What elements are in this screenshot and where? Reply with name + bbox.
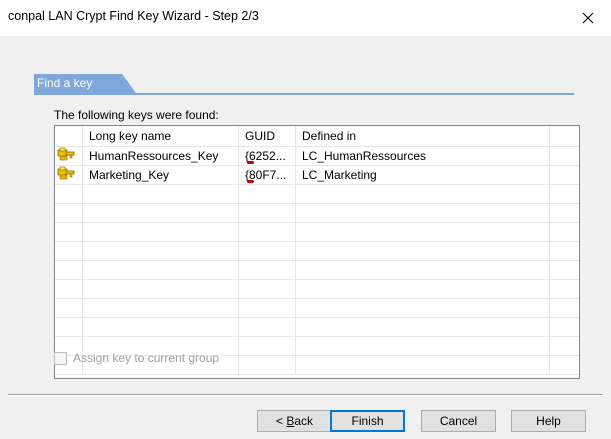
empty-cell bbox=[550, 242, 579, 261]
assign-key-checkbox-row[interactable]: Assign key to current group bbox=[54, 350, 219, 366]
empty-cell bbox=[239, 337, 296, 356]
list-header: Long key name GUID Defined in bbox=[55, 126, 579, 147]
table-row[interactable]: HumanRessources_Key {6252... LC_HumanResso… bbox=[55, 147, 579, 166]
empty-cell bbox=[83, 318, 239, 337]
empty-table-row bbox=[55, 261, 579, 280]
empty-table-row bbox=[55, 318, 579, 337]
empty-cell bbox=[83, 261, 239, 280]
empty-cell bbox=[83, 280, 239, 299]
empty-cell bbox=[296, 242, 550, 261]
empty-cell bbox=[55, 185, 83, 204]
filler-cell bbox=[550, 166, 579, 185]
empty-cell bbox=[296, 185, 550, 204]
key-icon-graphic bbox=[57, 166, 75, 180]
empty-table-row bbox=[55, 185, 579, 204]
empty-cell bbox=[239, 242, 296, 261]
guid-marker bbox=[247, 161, 254, 164]
empty-cell bbox=[239, 185, 296, 204]
list-rows: HumanRessources_Key {6252... LC_HumanResso… bbox=[55, 147, 579, 375]
tab-find-a-key: Find a key bbox=[34, 74, 136, 93]
empty-cell bbox=[296, 204, 550, 223]
defined-in-cell: LC_Marketing bbox=[296, 166, 550, 185]
column-header-guid[interactable]: GUID bbox=[239, 126, 296, 146]
empty-cell bbox=[296, 223, 550, 242]
cancel-button[interactable]: Cancel bbox=[421, 410, 496, 432]
back-button-label: ack bbox=[294, 414, 314, 428]
keys-list[interactable]: Long key name GUID Defined in HumanResso… bbox=[54, 125, 580, 379]
assign-key-label: Assign key to current group bbox=[73, 351, 220, 365]
empty-table-row bbox=[55, 280, 579, 299]
table-row[interactable]: Marketing_Key {80F7... LC_Marketing bbox=[55, 166, 579, 185]
empty-cell bbox=[296, 261, 550, 280]
key-name-cell: Marketing_Key bbox=[83, 166, 239, 185]
empty-table-row bbox=[55, 299, 579, 318]
empty-table-row bbox=[55, 204, 579, 223]
empty-cell bbox=[239, 280, 296, 299]
empty-cell bbox=[550, 280, 579, 299]
assign-key-checkbox[interactable] bbox=[54, 351, 67, 365]
tab-underline bbox=[34, 93, 574, 95]
empty-cell bbox=[83, 185, 239, 204]
column-header-icon[interactable] bbox=[55, 126, 83, 146]
empty-cell bbox=[55, 318, 83, 337]
empty-cell bbox=[239, 223, 296, 242]
empty-cell bbox=[83, 223, 239, 242]
empty-cell bbox=[550, 356, 579, 375]
empty-cell bbox=[83, 204, 239, 223]
empty-cell bbox=[83, 299, 239, 318]
key-icon bbox=[55, 166, 83, 185]
empty-table-row bbox=[55, 242, 579, 261]
empty-cell bbox=[55, 223, 83, 242]
empty-cell bbox=[296, 318, 550, 337]
empty-cell bbox=[550, 261, 579, 280]
key-icon-graphic bbox=[57, 147, 75, 161]
back-button[interactable]: < Back bbox=[257, 410, 332, 432]
window-title: conpal LAN Crypt Find Key Wizard - Step … bbox=[8, 9, 259, 23]
empty-cell bbox=[550, 185, 579, 204]
empty-table-row bbox=[55, 223, 579, 242]
empty-cell bbox=[296, 299, 550, 318]
empty-cell bbox=[550, 299, 579, 318]
empty-cell bbox=[239, 299, 296, 318]
guid-cell: {80F7... bbox=[239, 166, 296, 185]
filler-cell bbox=[550, 147, 579, 166]
empty-cell bbox=[296, 337, 550, 356]
column-header-long-key-name[interactable]: Long key name bbox=[83, 126, 239, 146]
empty-cell bbox=[55, 261, 83, 280]
button-separator bbox=[8, 394, 603, 396]
empty-cell bbox=[550, 318, 579, 337]
empty-cell bbox=[55, 242, 83, 261]
empty-cell bbox=[550, 204, 579, 223]
empty-cell bbox=[239, 204, 296, 223]
defined-in-cell: LC_HumanRessources bbox=[296, 147, 550, 166]
help-button[interactable]: Help bbox=[511, 410, 586, 432]
column-header-filler bbox=[550, 126, 579, 146]
title-bar: conpal LAN Crypt Find Key Wizard - Step … bbox=[0, 0, 611, 36]
empty-cell bbox=[55, 204, 83, 223]
key-name-cell: HumanRessources_Key bbox=[83, 147, 239, 166]
empty-cell bbox=[550, 223, 579, 242]
empty-cell bbox=[55, 299, 83, 318]
empty-cell bbox=[550, 337, 579, 356]
found-keys-label: The following keys were found: bbox=[54, 108, 219, 122]
back-button-prefix: < bbox=[275, 414, 287, 428]
empty-cell bbox=[83, 242, 239, 261]
empty-cell bbox=[239, 261, 296, 280]
close-icon bbox=[582, 12, 594, 24]
guid-marker bbox=[247, 180, 254, 183]
empty-cell bbox=[239, 356, 296, 375]
close-button[interactable] bbox=[565, 0, 611, 36]
empty-cell bbox=[296, 356, 550, 375]
empty-cell bbox=[239, 318, 296, 337]
guid-cell: {6252... bbox=[239, 147, 296, 166]
empty-cell bbox=[55, 280, 83, 299]
empty-cell bbox=[296, 280, 550, 299]
key-icon bbox=[55, 147, 83, 166]
finish-button[interactable]: Finish bbox=[330, 410, 405, 432]
column-header-defined-in[interactable]: Defined in bbox=[296, 126, 550, 146]
